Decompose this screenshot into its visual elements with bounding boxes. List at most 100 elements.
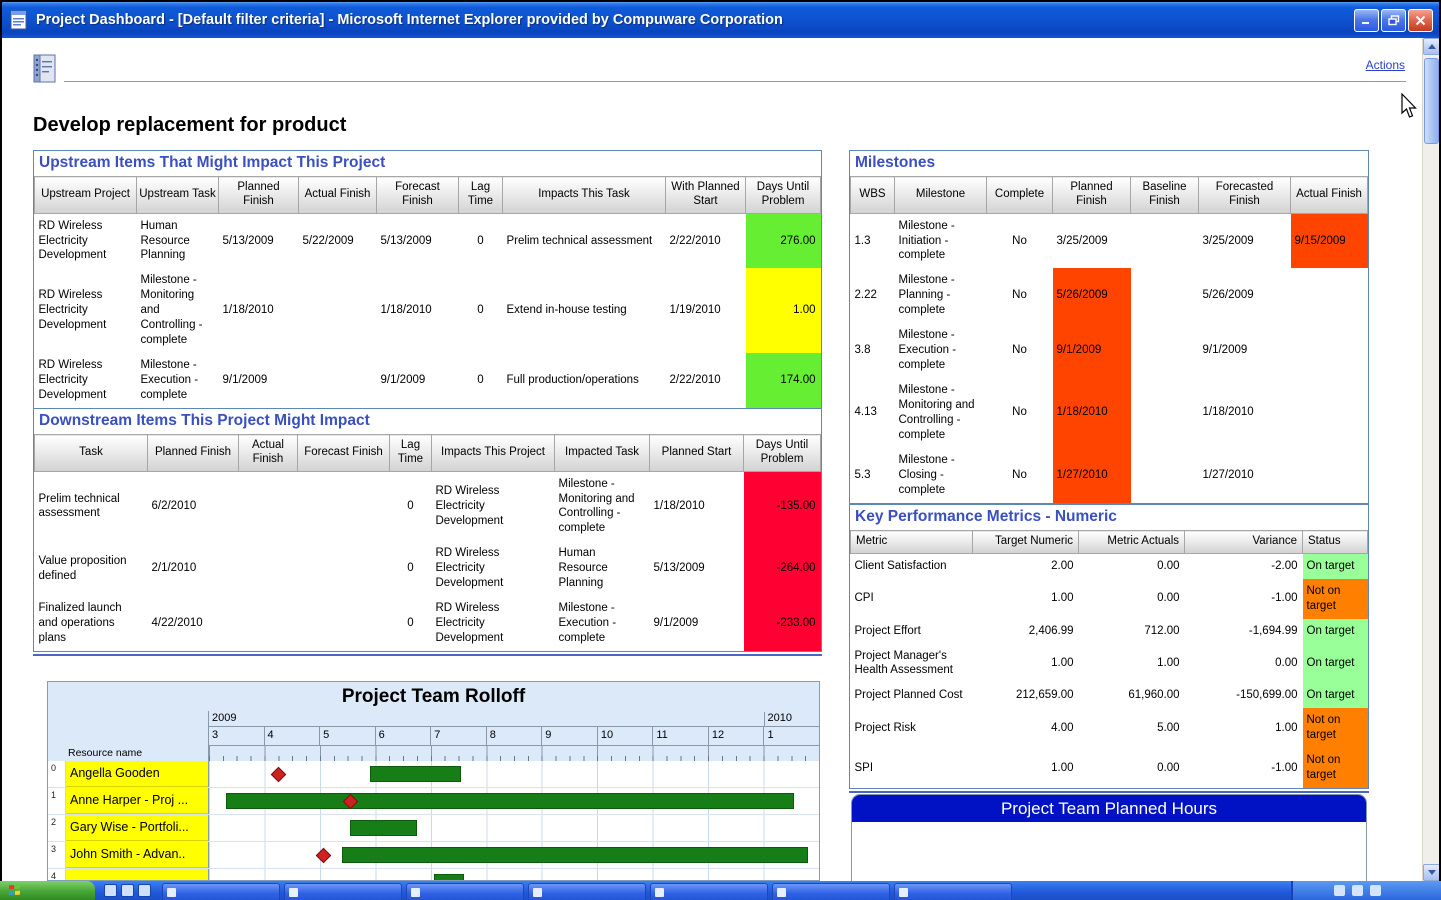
cell-target: 2,406.99 <box>1028 624 1074 637</box>
minimize-button[interactable] <box>1354 8 1379 32</box>
cell-planned-finish: 9/1/2009 <box>1052 323 1131 379</box>
gantt-month-label: 5 <box>319 727 375 745</box>
gantt-year-label: 2009 <box>212 712 237 724</box>
column-header: Target Numeric <box>972 530 1079 554</box>
quick-launch-icon[interactable] <box>138 884 151 897</box>
scroll-down-button[interactable] <box>1423 864 1440 881</box>
quick-launch-icon[interactable] <box>121 884 134 897</box>
cell-forecast-finish <box>298 596 390 651</box>
cell-task: Value proposition defined <box>38 554 127 582</box>
column-header: Baseline Finish <box>1130 176 1199 214</box>
taskbar-window-button[interactable] <box>650 883 768 900</box>
cell-impacts-project: RD Wireless Electricity Development <box>435 485 504 527</box>
cell-impacted-task: Milestone - Monitoring and Controlling -… <box>558 477 635 535</box>
cell-impacts-task: Full production/operations <box>506 374 639 387</box>
column-header: Actual Finish <box>1290 176 1368 214</box>
column-header: Forecasted Finish <box>1198 176 1291 214</box>
cell-complete: No <box>1012 406 1027 419</box>
quick-launch-icon[interactable] <box>104 884 117 897</box>
column-header: Forecast Finish <box>297 434 390 472</box>
column-header: Milestone <box>894 176 987 214</box>
cell-days-until-problem: -135.00 <box>743 471 821 542</box>
restore-button[interactable] <box>1381 8 1406 32</box>
ie-window-icon <box>8 9 30 31</box>
tray-icon[interactable] <box>1334 885 1345 896</box>
gantt-header: Resource name 2009 2010 3 4 5 6 7 8 9 10 11 12 1 <box>48 711 819 761</box>
gantt-row: 0 Angella Gooden <box>48 761 819 788</box>
gantt-month-row: 3 4 5 6 7 8 9 10 11 12 1 <box>209 727 819 745</box>
column-header: Lag Time <box>458 176 503 214</box>
gantt-month-label: 11 <box>652 727 708 745</box>
page-content: Actions Develop replacement for product … <box>2 38 1422 881</box>
table-row: 4.13 Milestone - Monitoring and Controll… <box>851 378 1368 448</box>
cell-status: On target <box>1302 643 1368 684</box>
header-row: Task Planned Finish Actual Finish Foreca… <box>34 434 821 472</box>
table-row: Finalized launch and operations plans 4/… <box>35 596 821 651</box>
tray-icon[interactable] <box>1352 885 1363 896</box>
close-button[interactable] <box>1408 8 1433 32</box>
taskbar-window-button[interactable] <box>284 883 402 900</box>
milestones-title: Milestones <box>855 154 936 171</box>
cell-milestone: Milestone - Execution - complete <box>898 329 957 372</box>
gantt-bar <box>369 766 462 782</box>
cell-metric: SPI <box>854 761 874 774</box>
table-row: Client Satisfaction 2.00 0.00 -2.00 On t… <box>851 553 1368 579</box>
cell-planned-start: 1/18/2010 <box>653 500 705 512</box>
header-row: Upstream Project Upstream Task Planned F… <box>34 176 821 214</box>
cell-days-until-problem: -233.00 <box>743 596 821 651</box>
start-button[interactable] <box>0 881 95 900</box>
vertical-scrollbar[interactable] <box>1422 38 1440 881</box>
table-row: 2.22 Milestone - Planning - complete No … <box>851 268 1368 324</box>
taskbar-window-button[interactable] <box>772 883 890 900</box>
scrollbar-thumb[interactable] <box>1424 58 1439 144</box>
column-header: Days Until Problem <box>743 434 821 472</box>
column-header: Days Until Problem <box>745 176 821 214</box>
cell-impacted-task: Human Resource Planning <box>558 547 608 590</box>
column-header: Status <box>1302 530 1368 554</box>
gantt-plot-area <box>208 788 819 814</box>
app-icon <box>533 888 542 897</box>
cell-actual-finish <box>299 353 377 408</box>
cell-actual-finish <box>299 268 377 353</box>
cell-lag-time: 0 <box>407 562 414 575</box>
cell-planned-finish: 1/18/2010 <box>1052 378 1131 448</box>
actions-link[interactable]: Actions <box>1366 58 1405 72</box>
app-icon <box>899 888 908 897</box>
table-row: Project Effort 2,406.99 712.00 -1,694.99… <box>851 618 1368 644</box>
cell-forecast-finish <box>298 471 390 541</box>
column-header: Planned Start <box>649 434 744 472</box>
gantt-resource-name: Angella Gooden <box>66 761 208 787</box>
gantt-row-index: 4 <box>48 869 66 880</box>
column-header: Actual Finish <box>238 434 298 472</box>
cell-baseline-finish <box>1131 323 1199 378</box>
tray-icon[interactable] <box>1370 885 1381 896</box>
cell-forecast-finish: 1/18/2010 <box>380 304 432 317</box>
cell-impacts-project: RD Wireless Electricity Development <box>435 547 504 590</box>
column-header: Upstream Task <box>136 176 219 214</box>
page-title: Develop replacement for product <box>33 114 347 136</box>
gantt-bar <box>350 820 417 836</box>
cell-metric: Client Satisfaction <box>854 559 947 572</box>
cell-metric: Project Risk <box>854 721 916 734</box>
cell-actuals: 61,960.00 <box>1128 689 1180 702</box>
gantt-row-index: 2 <box>48 815 66 841</box>
gantt-row-index: 3 <box>48 842 66 868</box>
cell-impacted-task: Milestone - Execution - complete <box>558 602 617 645</box>
cell-planned-start: 5/13/2009 <box>653 562 705 575</box>
taskbar-window-button[interactable] <box>528 883 646 900</box>
column-header: Complete <box>986 176 1053 214</box>
cell-status: Not on target <box>1302 708 1368 749</box>
milestones-table: WBS Milestone Complete Planned Finish Ba… <box>850 176 1368 503</box>
taskbar-window-button[interactable] <box>162 883 280 900</box>
cell-target: 1.00 <box>1051 657 1074 670</box>
taskbar-window-button[interactable] <box>406 883 524 900</box>
gantt-row: 4 <box>48 869 819 880</box>
cell-status: On target <box>1302 683 1368 709</box>
gantt-plot-area <box>208 761 819 787</box>
system-tray <box>1291 881 1441 900</box>
gantt-month-label: 1 <box>763 727 819 745</box>
table-row: 3.8 Milestone - Execution - complete No … <box>851 323 1368 379</box>
scroll-up-button[interactable] <box>1423 38 1440 55</box>
taskbar-window-button[interactable] <box>894 883 1012 900</box>
header-divider <box>64 81 1406 82</box>
